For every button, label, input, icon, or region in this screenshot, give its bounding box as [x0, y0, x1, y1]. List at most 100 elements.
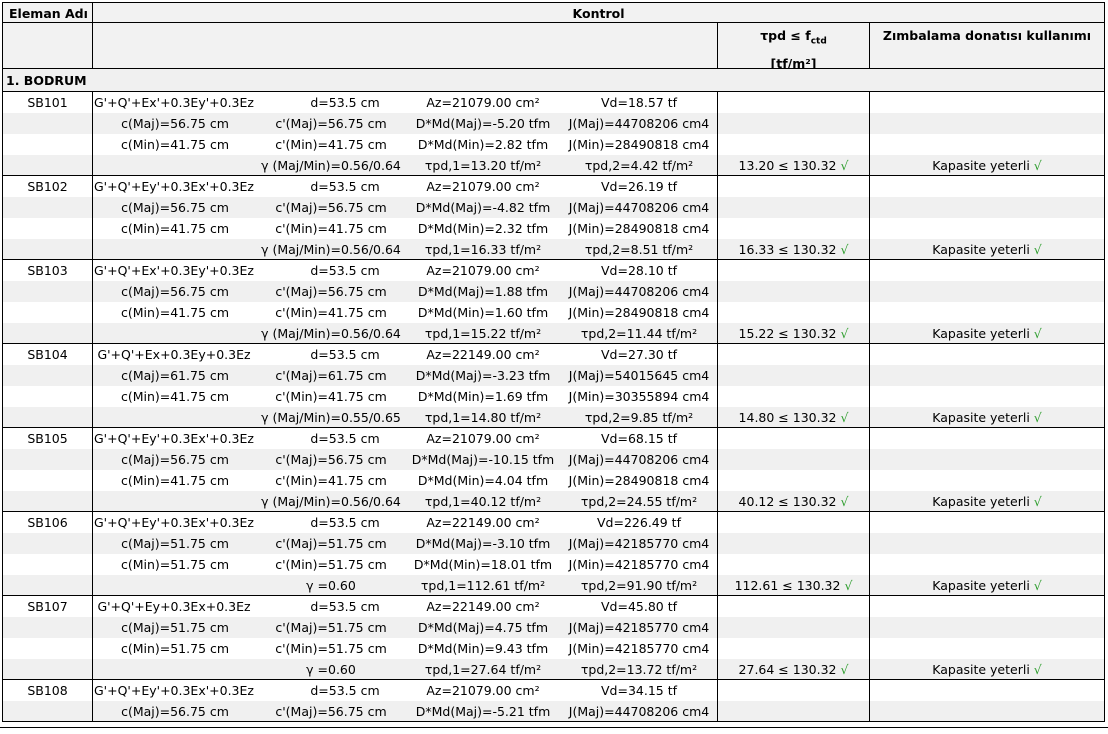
column-header-capacity: τpd ≤ fctd [tf/m²]: [760, 28, 827, 71]
value-cell: Vd=68.15 tf: [600, 431, 678, 446]
capacity-check: 13.20 ≤ 130.32 √: [718, 155, 869, 176]
value-cell: Vd=27.30 tf: [600, 347, 678, 362]
value-cell: J(Min)=28490818 cm4: [568, 305, 710, 320]
capacity-check-text: 27.64 ≤ 130.32: [738, 662, 837, 677]
value-cell: J(Maj)=44708206 cm4: [568, 116, 710, 131]
table-row: c(Maj)=56.75 cm c'(Maj)=56.75 cm D*Md(Maj)…: [2, 701, 1105, 722]
value-cell: τpd,2=91.90 tf/m²: [580, 578, 698, 593]
check-mark-icon: √: [1029, 494, 1042, 509]
table-row: c(Maj)=56.75 cm c'(Maj)=56.75 cm D*Md(Maj)…: [2, 197, 1105, 218]
value-cell: J(Min)=28490818 cm4: [568, 221, 710, 236]
check-mark-icon: √: [1029, 578, 1042, 593]
table-row: c(Min)=41.75 cm c'(Min)=41.75 cm D*Md(Min)…: [2, 218, 1105, 239]
value-cell: G'+Q'+Ey'+0.3Ex'+0.3Ez: [94, 179, 254, 194]
punching-result-text: Kapasite yeterli: [932, 158, 1030, 173]
table-row: c(Min)=51.75 cm c'(Min)=51.75 cm D*Md(Min)…: [2, 554, 1105, 575]
value-cell: J(Min)=28490818 cm4: [568, 137, 710, 152]
punching-result: Kapasite yeterli √: [870, 659, 1104, 680]
table-row: c(Maj)=56.75 cm c'(Maj)=56.75 cm D*Md(Maj)…: [2, 281, 1105, 302]
capacity-check-text: 112.61 ≤ 130.32: [734, 578, 841, 593]
value-cell: Vd=18.57 tf: [600, 95, 678, 110]
value-cell: J(Maj)=44708206 cm4: [568, 704, 710, 719]
table-row: SB105 G'+Q'+Ey'+0.3Ex'+0.3Ez d=53.5 cm Az=2…: [2, 428, 1105, 449]
capacity-check-text: 40.12 ≤ 130.32: [738, 494, 837, 509]
table-row: c(Min)=41.75 cm c'(Min)=41.75 cm D*Md(Min)…: [2, 134, 1105, 155]
capacity-check: 15.22 ≤ 130.32 √: [718, 323, 869, 344]
value-cell: τpd,2=9.85 tf/m²: [584, 410, 694, 425]
value-cell: J(Maj)=42185770 cm4: [568, 536, 710, 551]
capacity-check-text: 13.20 ≤ 130.32: [738, 158, 837, 173]
value-cell: G'+Q'+Ey+0.3Ex+0.3Ez: [97, 599, 251, 614]
table-row: SB102 G'+Q'+Ey'+0.3Ex'+0.3Ez d=53.5 cm Az=2…: [2, 176, 1105, 197]
value-cell: J(Min)=30355894 cm4: [568, 389, 710, 404]
column-header-element-name: Eleman Adı: [9, 6, 88, 21]
value-cell: G'+Q'+Ex+0.3Ey+0.3Ez: [97, 347, 251, 362]
check-mark-icon: √: [836, 662, 849, 677]
punching-result: Kapasite yeterli √: [870, 323, 1104, 344]
table-row: γ (Maj/Min)=0.56/0.64 τpd,1=15.22 tf/m² τp…: [2, 323, 1105, 344]
table-row: γ (Maj/Min)=0.56/0.64 τpd,1=13.20 tf/m² τp…: [2, 155, 1105, 176]
capacity-check: 27.64 ≤ 130.32 √: [718, 659, 869, 680]
table-row: SB103 G'+Q'+Ex'+0.3Ey'+0.3Ez d=53.5 cm Az=2…: [2, 260, 1105, 281]
check-mark-icon: √: [1029, 662, 1042, 677]
table-row: γ =0.60 τpd,1=112.61 tf/m² τpd,2=91.90 tf/…: [2, 575, 1105, 596]
column-header-control: Kontrol: [572, 6, 625, 21]
table-row: c(Min)=41.75 cm c'(Min)=41.75 cm D*Md(Min)…: [2, 470, 1105, 491]
punching-result: Kapasite yeterli √: [870, 575, 1104, 596]
table-row: c(Min)=41.75 cm c'(Min)=41.75 cm D*Md(Min)…: [2, 386, 1105, 407]
value-cell: Vd=34.15 tf: [600, 683, 678, 698]
value-cell: τpd,2=8.51 tf/m²: [584, 242, 694, 257]
value-cell: G'+Q'+Ex'+0.3Ey'+0.3Ez: [94, 263, 254, 278]
section-title: 1. BODRUM: [6, 73, 87, 88]
value-cell: G'+Q'+Ex'+0.3Ey'+0.3Ez: [94, 95, 254, 110]
value-cell: G'+Q'+Ey'+0.3Ex'+0.3Ez: [94, 683, 254, 698]
value-cell: Vd=26.19 tf: [600, 179, 678, 194]
value-cell: J(Maj)=44708206 cm4: [568, 452, 710, 467]
capacity-check: 112.61 ≤ 130.32 √: [718, 575, 869, 596]
value-cell: J(Maj)=44708206 cm4: [568, 284, 710, 299]
punching-result-text: Kapasite yeterli: [932, 326, 1030, 341]
table-row: c(Maj)=51.75 cm c'(Maj)=51.75 cm D*Md(Maj)…: [2, 617, 1105, 638]
check-mark-icon: √: [836, 158, 849, 173]
table-row: c(Maj)=56.75 cm c'(Maj)=56.75 cm D*Md(Maj)…: [2, 449, 1105, 470]
check-mark-icon: √: [1029, 410, 1042, 425]
punching-result-text: Kapasite yeterli: [932, 578, 1030, 593]
value-cell: G'+Q'+Ey'+0.3Ex'+0.3Ez: [94, 515, 254, 530]
check-mark-icon: √: [836, 494, 849, 509]
table-row: c(Maj)=51.75 cm c'(Maj)=51.75 cm D*Md(Maj)…: [2, 533, 1105, 554]
table-row: SB107 G'+Q'+Ey+0.3Ex+0.3Ez d=53.5 cm Az=221…: [2, 596, 1105, 617]
column-header-punching-reinforcement: Zımbalama donatısı kullanımı: [882, 28, 1092, 43]
capacity-check: 16.33 ≤ 130.32 √: [718, 239, 869, 260]
table-row: γ (Maj/Min)=0.56/0.64 τpd,1=40.12 tf/m² τp…: [2, 491, 1105, 512]
punching-result-text: Kapasite yeterli: [932, 494, 1030, 509]
punching-result: Kapasite yeterli √: [870, 491, 1104, 512]
value-cell: τpd,2=13.72 tf/m²: [580, 662, 698, 677]
table-row: SB106 G'+Q'+Ey'+0.3Ex'+0.3Ez d=53.5 cm Az=2…: [2, 512, 1105, 533]
check-mark-icon: √: [836, 242, 849, 257]
check-mark-icon: √: [1029, 158, 1042, 173]
table-row: c(Maj)=61.75 cm c'(Maj)=61.75 cm D*Md(Maj)…: [2, 365, 1105, 386]
punching-result-text: Kapasite yeterli: [932, 410, 1030, 425]
punching-result: Kapasite yeterli √: [870, 155, 1104, 176]
bottom-rule: [0, 727, 1108, 728]
table-header-row-1: Eleman Adı Kontrol: [2, 2, 1105, 23]
value-cell: Vd=45.80 tf: [600, 599, 678, 614]
table-row: SB101 G'+Q'+Ex'+0.3Ey'+0.3Ez d=53.5 cm Az=2…: [2, 92, 1105, 113]
capacity-check-text: 16.33 ≤ 130.32: [738, 242, 837, 257]
table-row: SB104 G'+Q'+Ex+0.3Ey+0.3Ez d=53.5 cm Az=221…: [2, 344, 1105, 365]
punching-result-text: Kapasite yeterli: [932, 242, 1030, 257]
punching-result-text: Kapasite yeterli: [932, 662, 1030, 677]
check-mark-icon: √: [840, 578, 853, 593]
table-row: c(Maj)=56.75 cm c'(Maj)=56.75 cm D*Md(Maj)…: [2, 113, 1105, 134]
value-cell: τpd,2=11.44 tf/m²: [580, 326, 698, 341]
value-cell: J(Min)=28490818 cm4: [568, 473, 710, 488]
value-cell: J(Maj)=44708206 cm4: [568, 200, 710, 215]
value-cell: J(Min)=42185770 cm4: [568, 641, 710, 656]
table-header-row-2: τpd ≤ fctd [tf/m²] Zımbalama donatısı ku…: [2, 23, 1105, 71]
value-cell: Vd=226.49 tf: [597, 515, 681, 530]
table-row: c(Min)=51.75 cm c'(Min)=51.75 cm D*Md(Min)…: [2, 638, 1105, 659]
value-cell: J(Maj)=54015645 cm4: [568, 368, 710, 383]
table-row: c(Min)=41.75 cm c'(Min)=41.75 cm D*Md(Min)…: [2, 302, 1105, 323]
value-cell: G'+Q'+Ey'+0.3Ex'+0.3Ez: [94, 431, 254, 446]
value-cell: J(Maj)=42185770 cm4: [568, 620, 710, 635]
